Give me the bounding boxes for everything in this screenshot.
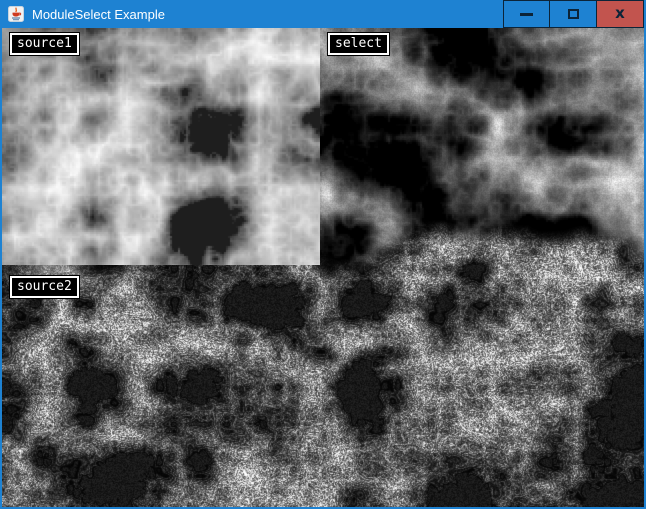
close-icon: x — [615, 6, 625, 21]
label-source2: source2 — [10, 276, 79, 298]
label-select: select — [328, 33, 389, 55]
app-window: ModuleSelect Example x source1 select so… — [0, 0, 646, 509]
label-source1: source1 — [10, 33, 79, 55]
render-area: source1 select source2 — [2, 28, 644, 507]
maximize-button[interactable] — [550, 0, 597, 28]
source1-image — [2, 28, 320, 265]
java-coffee-cup-icon — [8, 6, 24, 22]
minimize-button[interactable] — [503, 0, 550, 28]
maximize-icon — [568, 9, 579, 19]
close-button[interactable]: x — [597, 0, 644, 28]
minimize-icon — [520, 13, 533, 16]
titlebar[interactable]: ModuleSelect Example x — [2, 0, 644, 28]
window-controls: x — [503, 0, 644, 28]
window-title: ModuleSelect Example — [32, 7, 503, 22]
